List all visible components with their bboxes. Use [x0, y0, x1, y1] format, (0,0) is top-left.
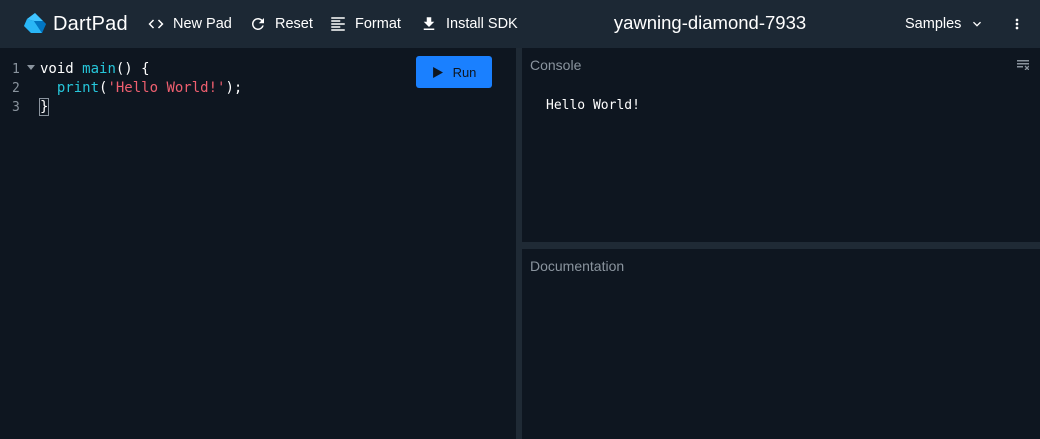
fold-arrow-icon[interactable] — [27, 64, 35, 72]
code-editor[interactable]: 1 void main() { 2 print('Hello World!');… — [0, 48, 516, 439]
console-label: Console — [530, 57, 582, 73]
format-label: Format — [355, 16, 401, 32]
more-vert-icon — [1015, 18, 1019, 30]
function-name: main — [82, 61, 116, 77]
samples-label: Samples — [905, 16, 962, 32]
reset-label: Reset — [275, 16, 313, 32]
code-text: void main() { — [40, 61, 150, 77]
more-menu-button[interactable] — [1009, 12, 1025, 36]
top-bar: DartPad New Pad Reset Format Install SDK — [0, 0, 1040, 48]
clear-console-icon[interactable] — [1017, 60, 1029, 70]
reset-button[interactable]: Reset — [249, 12, 313, 36]
string-literal: 'Hello World!' — [107, 80, 226, 96]
console-panel: Console Hello World! — [522, 48, 1040, 242]
format-button[interactable]: Format — [329, 12, 401, 36]
brand[interactable]: DartPad — [22, 11, 128, 37]
dart-logo-icon — [24, 13, 46, 33]
line-number: 1 — [12, 62, 20, 77]
code-punctuation: ); — [225, 80, 243, 96]
keyword-void: void — [40, 61, 83, 77]
line-number: 2 — [12, 81, 20, 96]
samples-dropdown[interactable]: Samples — [905, 12, 985, 36]
play-icon — [432, 66, 443, 78]
code-line[interactable]: 3 } — [0, 98, 516, 118]
dartpad-app: DartPad New Pad Reset Format Install SDK — [0, 0, 1040, 439]
documentation-label: Documentation — [530, 258, 625, 274]
refresh-icon — [251, 17, 264, 30]
line-number: 3 — [12, 100, 20, 115]
console-output: Hello World! — [546, 98, 640, 113]
format-align-icon — [331, 17, 345, 31]
pad-title[interactable]: yawning-diamond-7933 — [520, 12, 900, 34]
brand-name: DartPad — [53, 12, 128, 35]
code-text: print('Hello World!'); — [40, 80, 242, 96]
install-sdk-button[interactable]: Install SDK — [420, 12, 518, 36]
new-pad-button[interactable]: New Pad — [147, 12, 232, 36]
horizontal-splitter[interactable] — [522, 242, 1040, 249]
code-icon — [148, 19, 164, 29]
run-label: Run — [452, 64, 477, 80]
code-text: } — [38, 98, 50, 116]
function-call: print — [56, 80, 100, 96]
chevron-down-icon — [973, 21, 982, 27]
code-punctuation: () { — [115, 61, 150, 77]
download-icon — [423, 17, 435, 30]
documentation-panel: Documentation — [522, 249, 1040, 439]
install-sdk-label: Install SDK — [446, 16, 518, 32]
run-button[interactable]: Run — [416, 56, 492, 88]
matched-brace: } — [38, 98, 50, 116]
new-pad-label: New Pad — [173, 16, 232, 32]
